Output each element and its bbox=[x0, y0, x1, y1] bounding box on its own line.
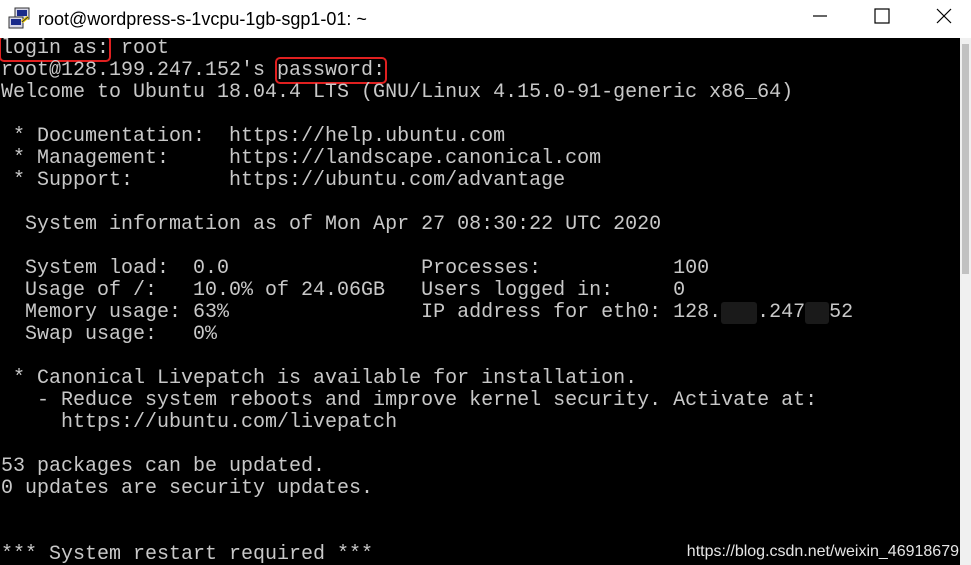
close-button[interactable] bbox=[914, 0, 971, 32]
memory-ip-line: Memory usage: 63% IP address for eth0: 1… bbox=[1, 302, 853, 324]
minimize-icon bbox=[813, 15, 827, 17]
memory-ip-text: Memory usage: 63% IP address for eth0: 1… bbox=[1, 301, 722, 324]
ip-mid: .247 bbox=[757, 301, 806, 324]
password-prompt-highlight: password: bbox=[275, 57, 388, 84]
terminal-line: https://ubuntu.com/livepatch bbox=[1, 411, 398, 434]
terminal-line: * Documentation: https://help.ubuntu.com bbox=[1, 125, 506, 148]
terminal-line: - Reduce system reboots and improve kern… bbox=[1, 389, 818, 412]
vertical-scrollbar[interactable] bbox=[960, 38, 971, 565]
window-title: root@wordpress-s-1vcpu-1gb-sgp1-01: ~ bbox=[38, 8, 367, 29]
terminal-output[interactable]: login as: root root@128.199.247.152's pa… bbox=[0, 38, 960, 565]
terminal-line: * Support: https://ubuntu.com/advantage bbox=[1, 169, 566, 192]
watermark-text: https://blog.csdn.net/weixin_46918679 bbox=[686, 543, 959, 560]
login-user: root bbox=[109, 38, 170, 60]
terminal-line: Welcome to Ubuntu 18.04.4 LTS (GNU/Linux… bbox=[1, 81, 794, 104]
terminal-line: 53 packages can be updated. bbox=[1, 455, 326, 478]
putty-window: root@wordpress-s-1vcpu-1gb-sgp1-01: ~ lo… bbox=[0, 0, 971, 565]
terminal-line: *** System restart required *** bbox=[1, 543, 374, 565]
putty-icon[interactable] bbox=[6, 6, 32, 32]
password-prefix: root@128.199.247.152's bbox=[1, 59, 278, 82]
terminal-line: Usage of /: 10.0% of 24.06GB Users logge… bbox=[1, 279, 686, 302]
terminal-line: * Canonical Livepatch is available for i… bbox=[1, 367, 638, 390]
ip-redacted-2: .1 bbox=[805, 302, 830, 324]
title-bar[interactable]: root@wordpress-s-1vcpu-1gb-sgp1-01: ~ bbox=[0, 0, 971, 38]
terminal-line: Swap usage: 0% bbox=[1, 323, 218, 346]
terminal-line: * Management: https://landscape.canonica… bbox=[1, 147, 602, 170]
close-icon bbox=[936, 8, 952, 24]
terminal-line: System information as of Mon Apr 27 08:3… bbox=[1, 213, 662, 236]
maximize-button[interactable] bbox=[852, 0, 912, 32]
password-line: root@128.199.247.152's password: bbox=[1, 57, 388, 84]
terminal-line: System load: 0.0 Processes: 100 bbox=[1, 257, 710, 280]
terminal-line: 0 updates are security updates. bbox=[1, 477, 374, 500]
minimize-button[interactable] bbox=[790, 0, 850, 32]
ip-redacted-1: 199 bbox=[721, 302, 758, 324]
scrollbar-thumb[interactable] bbox=[962, 44, 969, 274]
login-prompt-highlight: login as: bbox=[0, 38, 112, 62]
ip-end: 52 bbox=[829, 301, 854, 324]
login-line: login as: root bbox=[0, 38, 170, 62]
maximize-icon bbox=[874, 8, 890, 24]
